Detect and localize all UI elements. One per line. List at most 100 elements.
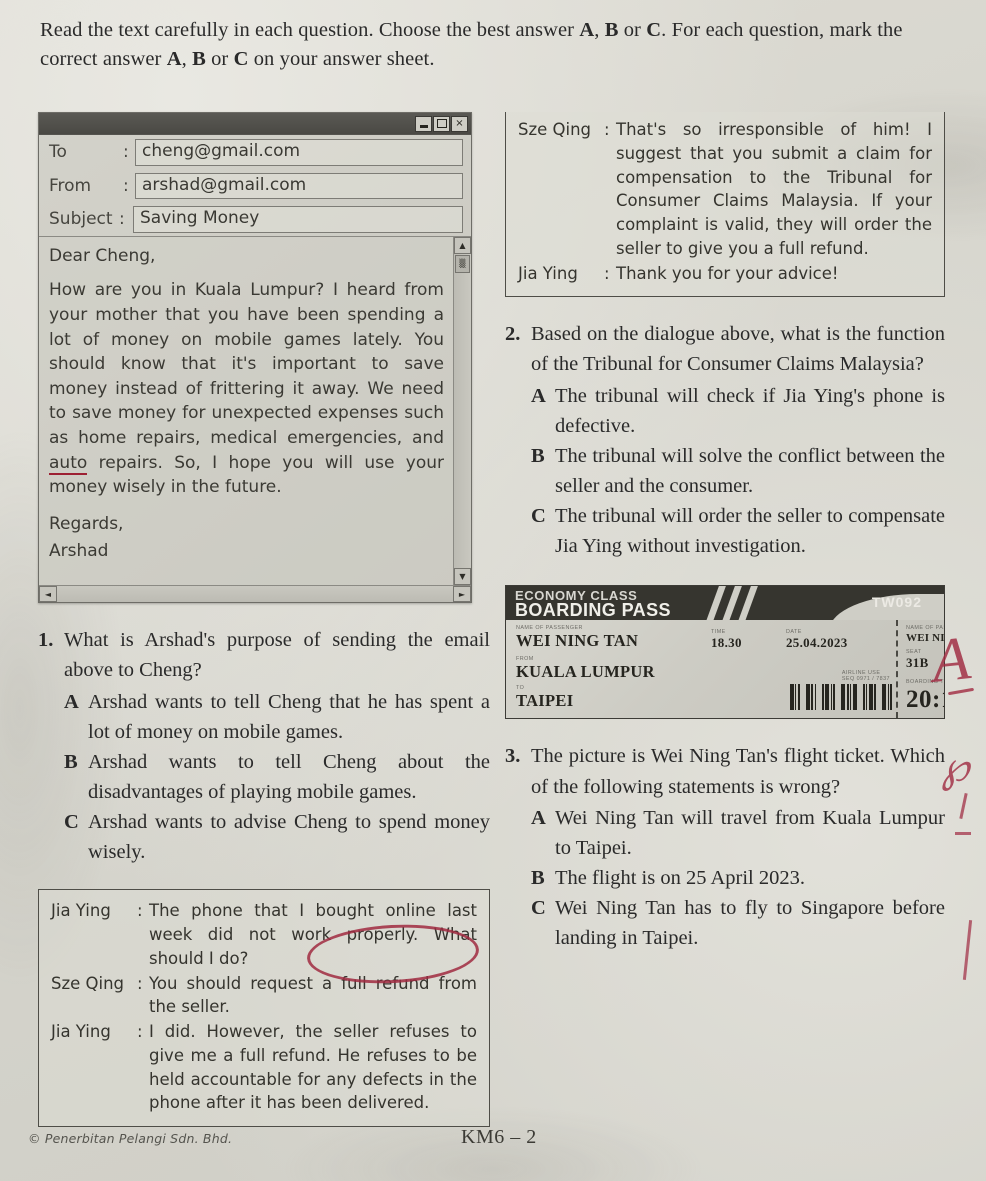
question-3-option-b[interactable]: B The flight is on 25 April 2023. [531,863,945,893]
email-paragraph-1: How are you in Kuala Lumpur? I heard fro… [49,278,444,500]
instructions-bold-a2: A [166,48,182,71]
from-label: From [49,175,92,196]
scroll-up-arrow-icon[interactable]: ▲ [454,236,471,254]
handwritten-underline-annotation [947,687,975,696]
option-letter: C [531,505,546,527]
instructions-bold-b: B [604,19,619,41]
email-closing: Regards, [49,514,124,535]
question-2-option-a[interactable]: A The tribunal will check if Jia Ying's … [531,381,945,441]
email-body-text[interactable]: Dear Cheng, How are you in Kuala Lumpur?… [39,237,453,586]
dialogue-colon: : [604,120,610,139]
question-1-stem: What is Arshad's purpose of sending the … [64,629,490,682]
close-button[interactable]: × [451,115,468,132]
question-1-option-b[interactable]: B Arshad wants to tell Cheng about the d… [64,747,490,807]
date-value: 25.04.2023 [786,635,848,651]
question-3-option-a[interactable]: A Wei Ning Tan will travel from Kuala Lu… [531,803,945,863]
boarding-pass-ticket: ECONOMY CLASS BOARDING PASS TW092 NAME O… [505,585,945,720]
scroll-left-arrow-icon[interactable]: ◄ [39,586,57,603]
instructions-bold-b2: B [192,48,206,71]
question-1-option-a[interactable]: A Arshad wants to tell Cheng that he has… [64,687,490,747]
passenger-value: WEI NING TAN [516,631,639,651]
passenger-field: NAME OF PASSENGER WEI NING TAN [516,625,711,651]
stub-boarding-time-field: BOARDING TIME 20:15 [906,679,944,715]
time-value: 18.30 [711,635,742,651]
email-para1-underlined-word: auto [49,452,88,475]
option-letter: B [531,866,545,889]
right-column: Sze Qing : That's so irresponsible of hi… [505,112,945,953]
dialogue-colon: : [137,901,143,921]
window-controls: × [415,115,468,132]
dialogue-speaker: Jia Ying [518,263,578,283]
dialogue-text: That's so irresponsible of him! I sugges… [616,120,932,258]
to-input[interactable]: cheng@gmail.com [135,139,463,166]
instructions-bold-c2: C [233,48,249,71]
email-greeting: Dear Cheng, [49,245,156,266]
footer-copyright: © Penerbitan Pelangi Sdn. Bhd. [28,1131,233,1146]
workbook-page: Read the text carefully in each question… [0,0,986,1181]
question-3-number: 3. [505,745,521,768]
vertical-scroll-track[interactable] [454,273,471,569]
dialogue-text: I did. However, the seller refuses to gi… [149,1022,477,1113]
stub-passenger-value: WEI NING TAN [906,632,945,645]
email-para1-before: How are you in Kuala Lumpur? I heard fro… [49,280,444,449]
dialogue-speaker: Sze Qing [51,973,125,993]
dialogue-turn: Sze Qing : That's so irresponsible of hi… [518,118,932,261]
option-text: The tribunal will order the seller to co… [555,505,945,558]
maximize-button[interactable] [433,115,450,132]
email-para1-after: repairs. So, I hope you will use your mo… [49,452,444,498]
question-1-options: A Arshad wants to tell Cheng that he has… [38,687,490,868]
minimize-button[interactable] [415,115,432,132]
boarding-pass-header: ECONOMY CLASS BOARDING PASS TW092 [506,586,944,621]
passenger-time-date-row: NAME OF PASSENGER WEI NING TAN TIME 18.3… [516,625,896,651]
option-text: Arshad wants to advise Cheng to spend mo… [88,811,490,864]
close-icon: × [455,117,464,129]
question-1-option-c[interactable]: C Arshad wants to advise Cheng to spend … [64,807,490,867]
from-input[interactable]: arshad@gmail.com [135,172,463,200]
subject-field-row: Subject : Saving Money [39,202,471,236]
airline-use-value: SEQ 0971 / 7837 [841,676,890,683]
option-letter: B [64,750,78,773]
question-1-number: 1. [38,629,54,652]
footer-page-code: KM6 – 2 [461,1126,537,1148]
option-letter: A [531,384,546,407]
email-client-window: × To : cheng@gmail.com From : arshad@gma… [38,112,472,604]
maximize-icon [436,119,447,128]
handwritten-tick-3 [955,832,971,835]
dialogue-turn: Jia Ying : Thank you for your advice! [518,262,932,286]
date-field: DATE 25.04.2023 [786,629,896,651]
scroll-down-arrow-icon[interactable]: ▼ [454,568,471,586]
scroll-right-arrow-icon[interactable]: ► [453,586,471,603]
question-1: 1. What is Arshad's purpose of sending t… [38,625,490,867]
instructions-part: or [205,48,234,71]
question-2-head: 2. Based on the dialogue above, what is … [505,319,945,379]
question-2: 2. Based on the dialogue above, what is … [505,319,945,561]
boarding-pass-title: BOARDING PASS [515,600,671,621]
option-letter: A [64,690,79,713]
question-3: 3. The picture is Wei Ning Tan's flight … [505,741,945,953]
boarding-time-value: 20:15 [906,685,944,713]
handwritten-tick-1 [959,792,968,820]
to-label: To [49,142,67,163]
dialogue-text: Thank you for your advice! [616,263,839,283]
vertical-scroll-thumb[interactable]: ▒ [455,254,470,273]
instructions-bold-c: C [646,19,662,41]
instructions-part: , [181,48,193,71]
dialogue-colon: : [137,973,143,993]
dialogue-speaker: Jia Ying [51,1022,111,1042]
subject-input[interactable]: Saving Money [133,206,463,233]
from-field-row: From : arshad@gmail.com [39,169,471,203]
horizontal-scroll-track[interactable] [57,586,453,602]
instructions-bold-a: A [579,19,595,41]
question-2-option-b[interactable]: B The tribunal will solve the conflict b… [531,441,945,501]
from-colon: : [123,175,129,196]
email-signature: Arshad [49,540,109,561]
option-text: The tribunal will solve the conflict bet… [555,444,945,497]
to-field-row: To : cheng@gmail.com [39,135,471,169]
question-2-option-c[interactable]: C The tribunal will order the seller to … [531,501,945,561]
option-letter: A [531,806,546,829]
option-text: The tribunal will check if Jia Ying's ph… [555,384,945,437]
vertical-scrollbar[interactable]: ▲ ▒ ▼ [453,236,471,586]
horizontal-scrollbar[interactable]: ◄ ► [39,585,471,603]
stub-passenger-field: NAME OF PASSENGER WEI NING TAN [906,625,945,645]
question-3-option-c[interactable]: C Wei Ning Tan has to fly to Singapore b… [531,893,945,953]
